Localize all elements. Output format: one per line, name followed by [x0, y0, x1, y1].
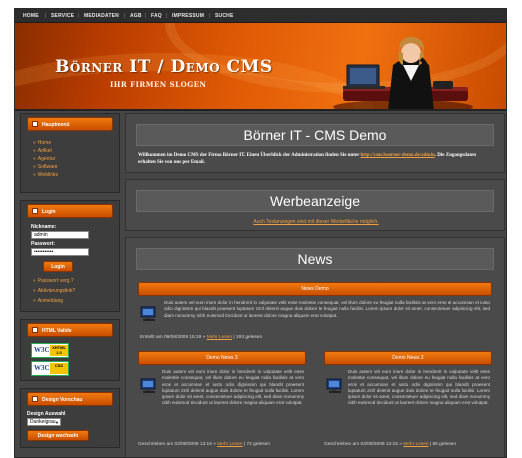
news-item-title[interactable]: News Demo — [138, 282, 492, 296]
chevron-down-icon: ▼ — [55, 420, 59, 425]
nav-agb[interactable]: AGB — [130, 13, 142, 19]
box-bullet-icon — [32, 396, 38, 402]
login-box: Login Nickname: admin Passwort: ••••••••… — [20, 200, 120, 312]
login-button[interactable]: Login — [43, 261, 73, 272]
views-count: 72 gelesen — [246, 442, 270, 447]
ad-panel: Werbeanzeige Auch Textanzeigen sind mit … — [125, 179, 505, 231]
w3c-logo: W3C — [34, 364, 50, 372]
design-select[interactable]: Dunkelgrau ▼ — [27, 418, 61, 426]
menu-item-software[interactable]: Software — [33, 164, 58, 170]
site-slogan: IHR FIRMEN SLOGEN — [110, 80, 207, 89]
main-content: Börner IT - CMS Demo Willkommen im Demo … — [125, 113, 505, 457]
menu-item-weblinks[interactable]: Weblinks — [33, 172, 58, 178]
read-more-link[interactable]: Mehr Lesen — [207, 335, 232, 340]
nav-mediadaten[interactable]: MEDIADATEN — [84, 13, 119, 19]
page: HOME | SERVICE | MEDIADATEN | AGB | FAQ … — [14, 8, 507, 458]
password-label: Passwort: — [31, 241, 55, 247]
news-item-meta: Geschrieben am 02/09/2009 13:16 » Mehr L… — [138, 442, 306, 447]
views-count: 68 gelesen — [432, 442, 456, 447]
header-banner: Börner IT / Demo CMS IHR FIRMEN SLOGEN — [15, 23, 506, 111]
views-count: 193 gelesen — [235, 335, 263, 340]
read-more-link[interactable]: Mehr Lesen — [403, 442, 428, 447]
html-valid-header: HTML Valide — [27, 323, 113, 337]
box-bullet-icon — [32, 208, 38, 214]
nav-faq[interactable]: FAQ — [151, 13, 162, 19]
welcome-text: Willkommen im Demo CMS der Firma Börner … — [138, 152, 494, 166]
design-preview-header: Design Vorschau — [27, 392, 113, 406]
main-menu-title: Hauptmenü — [42, 122, 70, 128]
news-item-meta: Geschrieben am 02/09/2009 13:15 » Mehr L… — [324, 442, 492, 447]
html-valid-title: HTML Valide — [42, 328, 72, 334]
nav-separator: | — [124, 13, 126, 19]
welcome-title: Börner IT - CMS Demo — [136, 124, 494, 146]
news-item-meta: Erstellt am 09/06/2009 15:19 » Mehr Lese… — [140, 335, 262, 340]
computer-icon — [326, 378, 342, 393]
menu-item-artikel[interactable]: Artikel — [33, 148, 52, 154]
news-item-body: Duis autem vel eum iriure dolor in hendr… — [348, 369, 490, 406]
forgot-password-link[interactable]: Passwort verg.? — [33, 278, 74, 284]
box-bullet-icon — [32, 121, 38, 127]
css-valid-badge[interactable]: W3C CSS — [31, 361, 69, 376]
change-design-button[interactable]: Design wechseln — [27, 430, 89, 441]
ad-text-link[interactable]: Auch Textanzeigen sind mit dieser Werbef… — [126, 219, 506, 225]
css-tag: CSS — [50, 363, 68, 374]
main-menu-box: Hauptmenü Home Artikel Agentur Software … — [20, 113, 120, 193]
username-label: Nickname: — [31, 224, 57, 230]
nav-home[interactable]: HOME — [23, 13, 39, 19]
nav-separator: | — [145, 13, 147, 19]
news-item-body: Duis autem vel eum iriure dolor in hendr… — [162, 369, 304, 406]
password-input[interactable]: ••••••••••• — [31, 248, 89, 256]
news-panel: News News Demo Duis autem vel eum iriure… — [125, 237, 505, 457]
xhtml-valid-badge[interactable]: W3C XHTML 1.0 — [31, 343, 69, 358]
box-bullet-icon — [32, 327, 38, 333]
news-item-title[interactable]: Demo News 3 — [138, 351, 306, 365]
news-item-title[interactable]: Demo News 2 — [324, 351, 492, 365]
html-valid-box: HTML Valide W3C XHTML 1.0 W3C CSS — [20, 319, 120, 381]
menu-item-home[interactable]: Home — [33, 140, 51, 146]
news-item-body: Duis autem vel eum iriure dolor in hendr… — [164, 300, 490, 318]
design-preview-box: Design Vorschau Design Auswahl Dunkelgra… — [20, 388, 120, 448]
design-select-value: Dunkelgrau — [30, 419, 56, 425]
nav-separator: | — [45, 13, 47, 19]
news-date: Erstellt am 09/06/2009 15:19 — [140, 335, 202, 340]
computer-icon — [140, 378, 156, 393]
w3c-logo: W3C — [34, 346, 50, 354]
login-title: Login — [42, 209, 56, 215]
nav-suche[interactable]: SUCHE — [215, 13, 234, 19]
top-navigation: HOME | SERVICE | MEDIADATEN | AGB | FAQ … — [15, 9, 506, 23]
register-link[interactable]: Anmeldung — [33, 298, 63, 304]
site-title[interactable]: Börner IT / Demo CMS — [55, 57, 273, 77]
xhtml-tag: XHTML 1.0 — [50, 345, 68, 356]
design-select-label: Design Auswahl — [27, 411, 66, 417]
admin-link[interactable]: http://cms.boerner-demo.de/admin — [361, 153, 435, 158]
nav-impressum[interactable]: IMPRESSUM — [172, 13, 204, 19]
read-more-link[interactable]: Mehr Lesen — [217, 442, 242, 447]
news-title: News — [136, 248, 494, 270]
welcome-text-before: Willkommen im Demo CMS der Firma Börner … — [138, 153, 361, 158]
menu-item-agentur[interactable]: Agentur — [33, 156, 56, 162]
businesswoman-photo — [333, 37, 473, 109]
nav-service[interactable]: SERVICE — [51, 13, 74, 19]
username-input[interactable]: admin — [31, 231, 89, 239]
nav-separator: | — [166, 13, 168, 19]
news-date: Geschrieben am 02/09/2009 13:15 — [324, 442, 398, 447]
news-date: Geschrieben am 02/09/2009 13:16 — [138, 442, 212, 447]
login-header: Login — [27, 204, 113, 218]
main-menu-header: Hauptmenü — [27, 117, 113, 131]
welcome-panel: Börner IT - CMS Demo Willkommen im Demo … — [125, 113, 505, 173]
design-preview-title: Design Vorschau — [42, 397, 83, 403]
nav-separator: | — [209, 13, 211, 19]
ad-title: Werbeanzeige — [136, 190, 494, 212]
nav-separator: | — [78, 13, 80, 19]
sidebar: Hauptmenü Home Artikel Agentur Software … — [20, 113, 120, 457]
computer-icon — [140, 306, 156, 321]
activation-link[interactable]: Aktivierungslink? — [33, 288, 76, 294]
